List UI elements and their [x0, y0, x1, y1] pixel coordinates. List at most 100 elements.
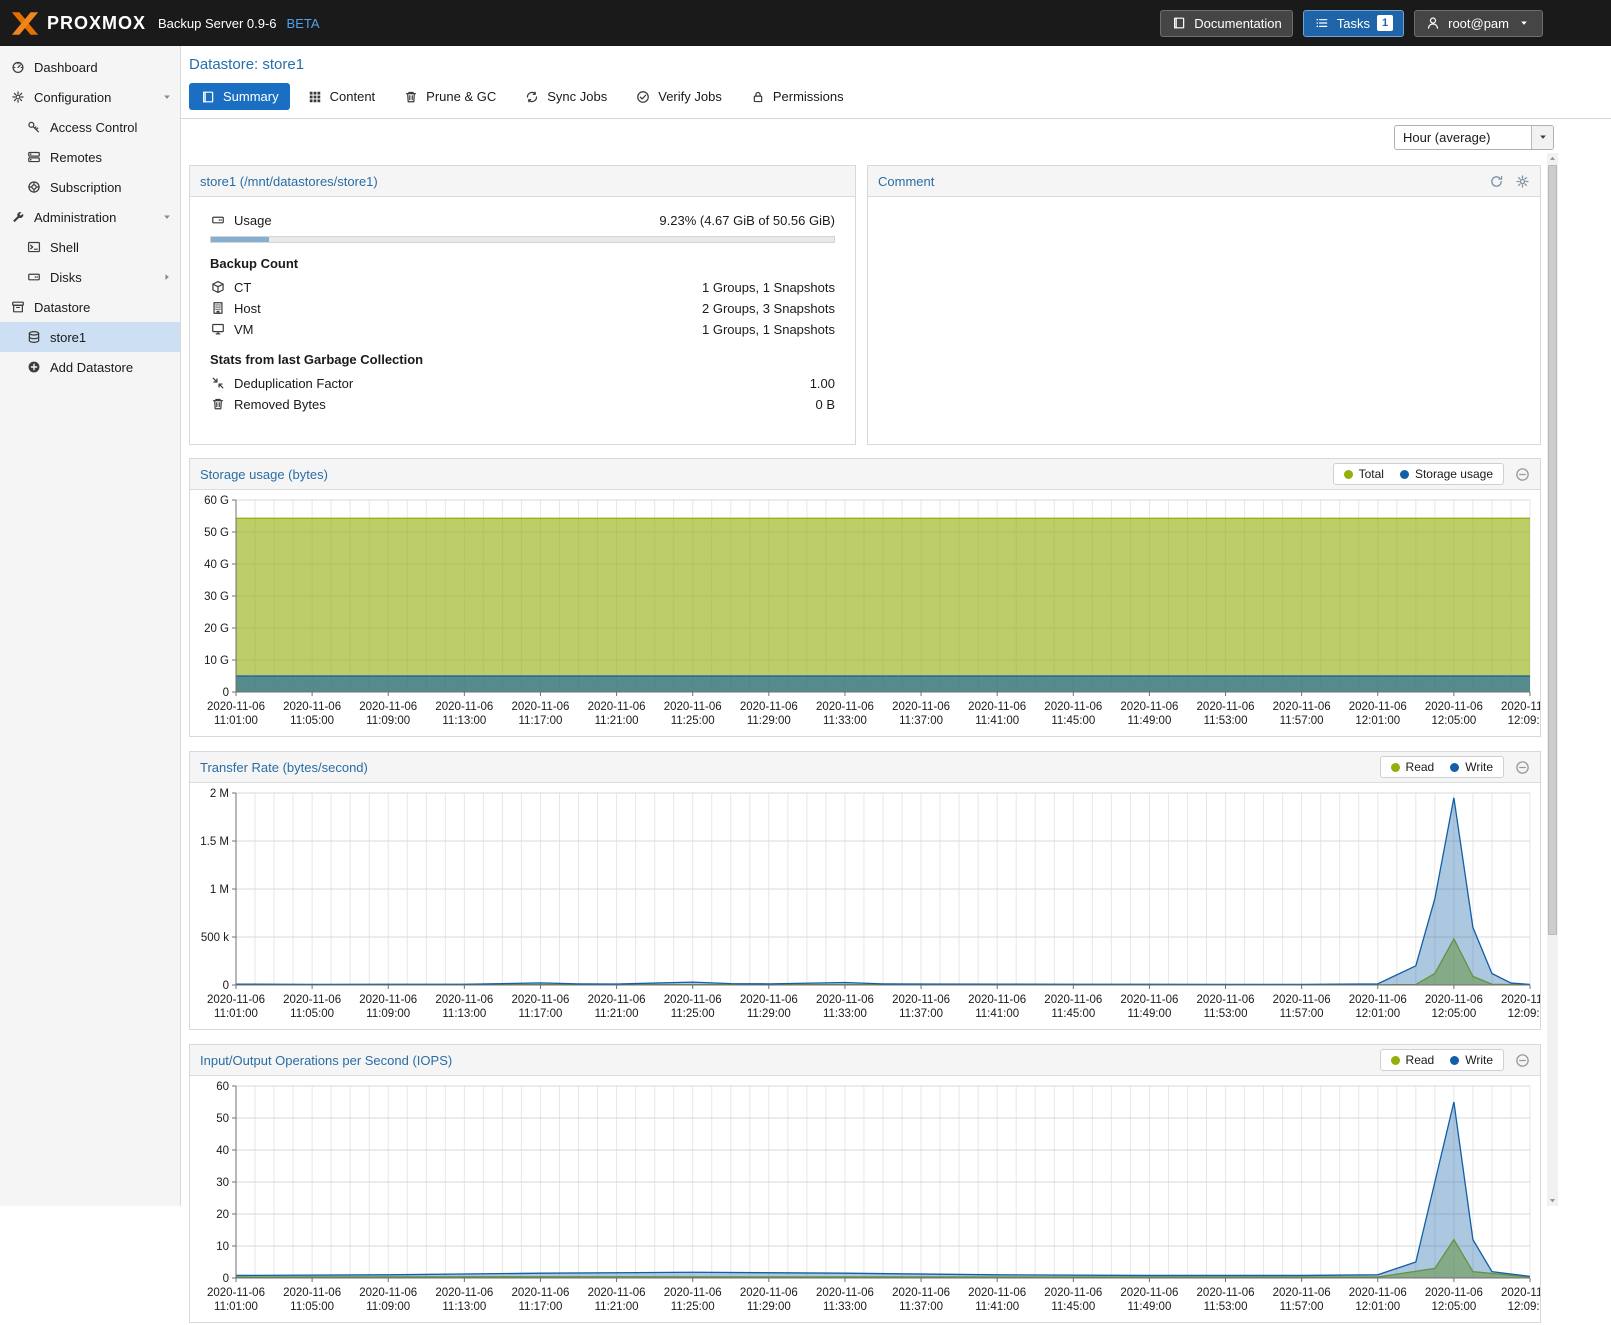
sidebar-item-store1[interactable]: store1	[0, 322, 180, 352]
sidebar-item-label: store1	[50, 330, 86, 345]
collapse-icon[interactable]	[1514, 1053, 1530, 1068]
sidebar-item-disks[interactable]: Disks	[0, 262, 180, 292]
svg-text:2020-11-06: 2020-11-06	[283, 994, 341, 1006]
vm-label: VM	[234, 322, 254, 337]
header-actions: Documentation Tasks 1 root@pam	[1160, 10, 1543, 37]
product-version: Backup Server 0.9-6	[158, 16, 277, 31]
chart-title: Transfer Rate (bytes/second)	[200, 760, 368, 775]
tab-verify-jobs[interactable]: Verify Jobs	[624, 83, 733, 110]
documentation-label: Documentation	[1194, 16, 1281, 31]
chevron-down-icon	[1535, 132, 1551, 142]
tab-content[interactable]: Content	[296, 83, 387, 110]
sidebar-item-datastore[interactable]: Datastore	[0, 292, 180, 322]
circle-arrow-icon[interactable]	[1488, 174, 1504, 189]
tab-label: Summary	[223, 89, 279, 104]
collapse-icon[interactable]	[1514, 760, 1530, 775]
tab-summary[interactable]: Summary	[189, 83, 290, 110]
legend-item[interactable]: Total	[1344, 467, 1384, 481]
caret-right-icon[interactable]	[162, 270, 172, 285]
svg-text:2020-11-06: 2020-11-06	[207, 994, 265, 1006]
svg-text:0: 0	[223, 980, 229, 992]
svg-text:12:05:00: 12:05:00	[1431, 715, 1476, 727]
svg-text:12:05:00: 12:05:00	[1431, 1301, 1476, 1313]
compress-icon	[210, 376, 226, 390]
archive-icon	[10, 300, 26, 314]
sidebar-item-configuration[interactable]: Configuration	[0, 82, 180, 112]
scrollbar-thumb[interactable]	[1548, 165, 1557, 935]
svg-text:2020-11-06: 2020-11-06	[1273, 1287, 1331, 1299]
plus-circle-icon	[26, 360, 42, 374]
sidebar-item-label: Add Datastore	[50, 360, 133, 375]
legend-dot	[1344, 470, 1353, 479]
gear-icon[interactable]	[1514, 174, 1530, 189]
caret-down-icon[interactable]	[162, 210, 172, 225]
sidebar-item-dashboard[interactable]: Dashboard	[0, 52, 180, 82]
legend-item[interactable]: Read	[1391, 1053, 1435, 1067]
sidebar-item-subscription[interactable]: Subscription	[0, 172, 180, 202]
user-menu-button[interactable]: root@pam	[1414, 10, 1543, 37]
legend-dot	[1391, 1056, 1400, 1065]
svg-text:11:17:00: 11:17:00	[519, 715, 563, 727]
storage-usage-chart: 010 G20 G30 G40 G50 G60 G2020-11-0611:01…	[190, 490, 1540, 736]
sidebar-item-remotes[interactable]: Remotes	[0, 142, 180, 172]
caret-down-icon[interactable]	[162, 90, 172, 105]
svg-text:2020-11-06: 2020-11-06	[1120, 701, 1178, 713]
chart-legend: Read Write	[1380, 756, 1504, 778]
beta-link[interactable]: BETA	[287, 16, 320, 31]
svg-text:1 M: 1 M	[210, 884, 229, 896]
legend-item[interactable]: Storage usage	[1400, 467, 1493, 481]
caret-down-icon[interactable]	[1545, 1196, 1561, 1205]
legend-item[interactable]: Write	[1450, 760, 1493, 774]
collapse-icon[interactable]	[1514, 467, 1530, 482]
panel-header: Comment	[868, 166, 1540, 197]
tasks-button[interactable]: Tasks 1	[1303, 10, 1404, 37]
svg-text:11:41:00: 11:41:00	[975, 1008, 1019, 1020]
svg-text:11:49:00: 11:49:00	[1127, 1008, 1171, 1020]
sidebar-item-label: Remotes	[50, 150, 102, 165]
svg-text:2020-11-06: 2020-11-06	[1044, 994, 1102, 1006]
gear-icon	[10, 90, 26, 104]
documentation-button[interactable]: Documentation	[1160, 10, 1292, 37]
sidebar-item-label: Subscription	[50, 180, 122, 195]
tab-sync-jobs[interactable]: Sync Jobs	[513, 83, 618, 110]
caret-up-icon[interactable]	[1545, 154, 1561, 163]
svg-text:2020-11-06: 2020-11-06	[1501, 701, 1540, 713]
vertical-scrollbar[interactable]	[1547, 153, 1558, 1206]
svg-text:2020-11-06: 2020-11-06	[892, 1287, 950, 1299]
user-label: root@pam	[1448, 16, 1509, 31]
svg-text:12:01:00: 12:01:00	[1355, 715, 1400, 727]
sidebar: Dashboard Configuration Access Control R…	[0, 46, 180, 1206]
svg-text:2020-11-06: 2020-11-06	[207, 701, 265, 713]
legend-item[interactable]: Read	[1391, 760, 1435, 774]
sidebar-item-administration[interactable]: Administration	[0, 202, 180, 232]
check-circle-icon	[635, 90, 651, 104]
svg-text:2020-11-06: 2020-11-06	[1273, 994, 1331, 1006]
sidebar-item-access-control[interactable]: Access Control	[0, 112, 180, 142]
svg-text:11:01:00: 11:01:00	[214, 1301, 258, 1313]
chart-title: Storage usage (bytes)	[200, 467, 328, 482]
svg-text:60: 60	[216, 1081, 229, 1093]
svg-text:11:45:00: 11:45:00	[1051, 715, 1095, 727]
sidebar-item-add-datastore[interactable]: Add Datastore	[0, 352, 180, 382]
timeframe-select[interactable]: Hour (average)	[1394, 125, 1554, 150]
comment-body[interactable]	[868, 197, 1540, 221]
tab-prune-gc[interactable]: Prune & GC	[392, 83, 507, 110]
svg-text:11:05:00: 11:05:00	[290, 715, 334, 727]
svg-text:2020-11-06: 2020-11-06	[1120, 1287, 1178, 1299]
user-icon	[1425, 16, 1441, 30]
svg-text:2020-11-06: 2020-11-06	[816, 701, 874, 713]
gc-stats-heading: Stats from last Garbage Collection	[210, 352, 835, 367]
svg-text:2020-11-06: 2020-11-06	[1425, 701, 1483, 713]
storage-usage-panel: Storage usage (bytes) Total Storage usage…	[189, 458, 1541, 737]
svg-text:2020-11-06: 2020-11-06	[740, 1287, 798, 1299]
svg-text:11:01:00: 11:01:00	[214, 715, 258, 727]
combo-trigger[interactable]	[1531, 126, 1553, 149]
sidebar-item-label: Shell	[50, 240, 79, 255]
svg-text:12:05:00: 12:05:00	[1431, 1008, 1476, 1020]
sidebar-item-shell[interactable]: Shell	[0, 232, 180, 262]
tab-permissions[interactable]: Permissions	[739, 83, 855, 110]
removed-bytes-label: Removed Bytes	[234, 397, 326, 412]
tab-row: Summary Content Prune & GC Sync Jobs Ver…	[181, 79, 1611, 119]
legend-item[interactable]: Write	[1450, 1053, 1493, 1067]
svg-text:11:53:00: 11:53:00	[1204, 1008, 1248, 1020]
